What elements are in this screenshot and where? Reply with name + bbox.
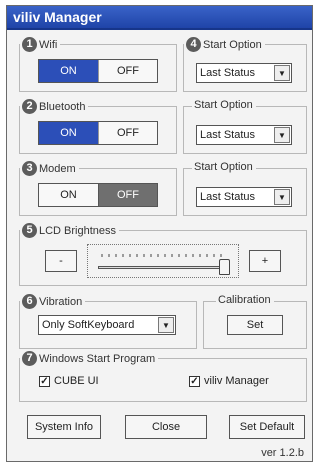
viliv-manager-checkbox[interactable]: ✓ viliv Manager (189, 375, 269, 387)
system-info-button[interactable]: System Info (27, 415, 101, 439)
bluetooth-label: Bluetooth (39, 100, 86, 113)
set-default-button[interactable]: Set Default (229, 415, 305, 439)
wifi-start-option-value: Last Status (200, 67, 256, 79)
dropdown-arrow-icon[interactable]: ▼ (274, 65, 290, 81)
wifi-off-button[interactable]: OFF (98, 60, 157, 82)
checkmark-icon[interactable]: ✓ (189, 375, 200, 387)
step-4-icon: 4 (186, 37, 201, 52)
bluetooth-start-option-select[interactable]: Last Status ▼ (196, 125, 292, 145)
slider-thumb[interactable] (219, 259, 230, 275)
wifi-on-button[interactable]: ON (39, 60, 98, 82)
viliv-manager-label: viliv Manager (204, 375, 269, 387)
modem-label: Modem (39, 162, 76, 175)
brightness-increase-button[interactable]: + (249, 250, 281, 272)
dropdown-arrow-icon[interactable]: ▼ (274, 127, 290, 143)
viliv-manager-window: viliv Manager 1 Wifi ON OFF 4 Start Option… (6, 5, 313, 462)
step-1-icon: 1 (22, 37, 37, 52)
step-2-icon: 2 (22, 99, 37, 114)
dropdown-arrow-icon[interactable]: ▼ (158, 317, 174, 333)
close-button[interactable]: Close (125, 415, 207, 439)
modem-toggle[interactable]: ON OFF (38, 183, 158, 207)
step-3-icon: 3 (22, 161, 37, 176)
modem-start-option-label: Start Option (194, 161, 253, 173)
wifi-label: Wifi (39, 38, 58, 51)
title-bar: viliv Manager (7, 6, 312, 30)
wifi-start-option-label: Start Option (203, 38, 262, 51)
calibration-set-button[interactable]: Set (227, 315, 283, 335)
vibration-value: Only SoftKeyboard (42, 319, 135, 331)
modem-start-option-select[interactable]: Last Status ▼ (196, 187, 292, 207)
bluetooth-start-option-label: Start Option (194, 99, 253, 111)
calibration-label: Calibration (218, 294, 271, 306)
step-6-icon: 6 (22, 294, 37, 309)
bluetooth-on-button[interactable]: ON (39, 122, 98, 144)
cube-ui-checkbox[interactable]: ✓ CUBE UI (39, 375, 99, 387)
slider-ticks (101, 254, 222, 257)
modem-start-option-value: Last Status (200, 191, 256, 203)
bluetooth-toggle[interactable]: ON OFF (38, 121, 158, 145)
vibration-label: Vibration (39, 295, 83, 308)
bluetooth-start-option-value: Last Status (200, 129, 256, 141)
wifi-toggle[interactable]: ON OFF (38, 59, 158, 83)
modem-off-button[interactable]: OFF (98, 184, 157, 206)
windows-start-program-label: Windows Start Program (39, 352, 156, 365)
slider-track (98, 266, 226, 269)
vibration-select[interactable]: Only SoftKeyboard ▼ (38, 315, 176, 335)
brightness-slider[interactable] (87, 244, 239, 278)
version-label: ver 1.2.b (261, 447, 304, 459)
dropdown-arrow-icon[interactable]: ▼ (274, 189, 290, 205)
wifi-start-option-select[interactable]: Last Status ▼ (196, 63, 292, 83)
cube-ui-label: CUBE UI (54, 375, 99, 387)
window-title: viliv Manager (13, 9, 102, 25)
modem-on-button[interactable]: ON (39, 184, 98, 206)
checkmark-icon[interactable]: ✓ (39, 375, 50, 387)
step-7-icon: 7 (22, 351, 37, 366)
bluetooth-off-button[interactable]: OFF (98, 122, 157, 144)
lcd-brightness-label: LCD Brightness (39, 224, 117, 237)
brightness-decrease-button[interactable]: - (45, 250, 77, 272)
step-5-icon: 5 (22, 223, 37, 238)
